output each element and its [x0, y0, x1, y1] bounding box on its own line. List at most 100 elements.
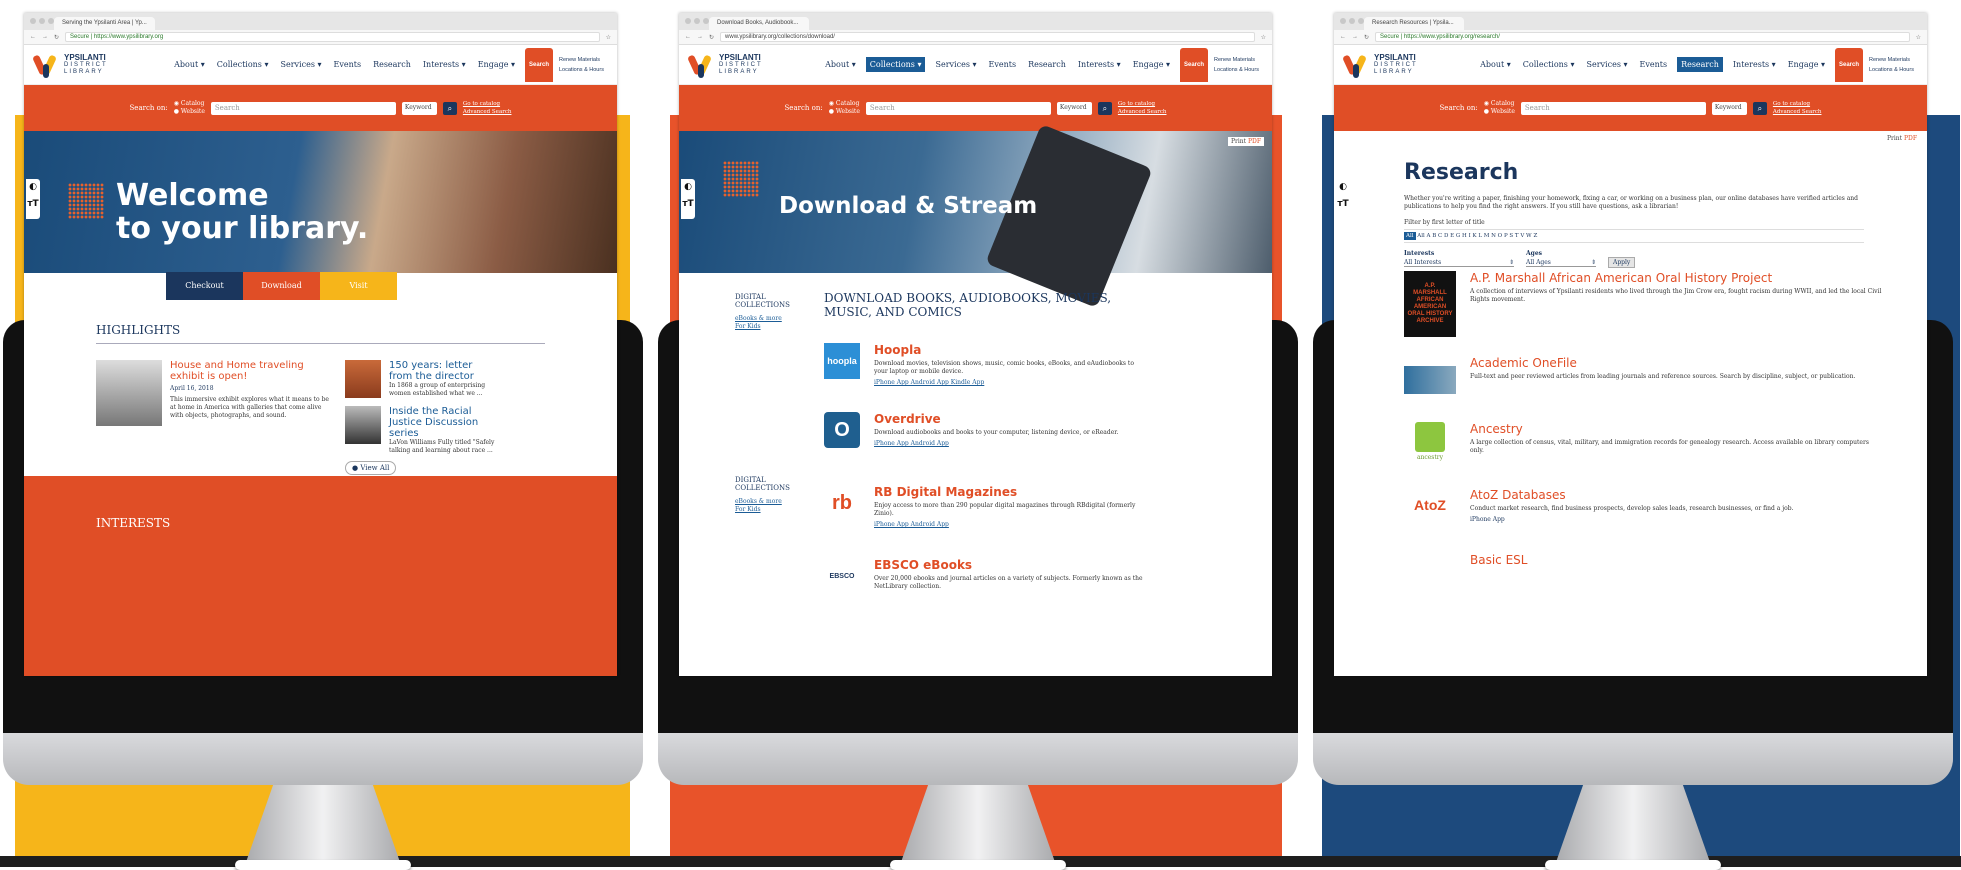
- reload-icon[interactable]: ↻: [709, 34, 714, 41]
- sidebar-link-ebooks[interactable]: eBooks & more: [735, 498, 805, 506]
- keyword-select[interactable]: Keyword: [401, 101, 437, 115]
- iphone-app-link[interactable]: iPhone App: [1470, 516, 1793, 524]
- back-icon[interactable]: ←: [30, 34, 36, 40]
- nav-interests[interactable]: Interests ▾: [1076, 57, 1123, 72]
- renew-link[interactable]: Renew Materials: [559, 55, 607, 65]
- nav-research[interactable]: Research: [1026, 57, 1068, 72]
- library-logo[interactable]: YPSILANTI DISTRICT LIBRARY: [1342, 52, 1418, 78]
- atoz-logo[interactable]: AtoZ: [1404, 488, 1456, 522]
- advanced-search-link[interactable]: Advanced Search: [463, 108, 512, 116]
- contrast-icon[interactable]: ◐: [26, 179, 40, 196]
- app-links[interactable]: iPhone App Android App: [874, 440, 1144, 447]
- nav-collections[interactable]: Collections ▾: [1521, 57, 1577, 72]
- nav-events[interactable]: Events: [1637, 57, 1669, 72]
- nav-services[interactable]: Services ▾: [933, 57, 978, 72]
- app-links[interactable]: iPhone App Android App: [874, 521, 1144, 528]
- go-catalog-link[interactable]: Go to catalog: [463, 100, 512, 108]
- ap-marshall-logo[interactable]: A.P. MARSHALL AFRICAN AMERICAN ORAL HIST…: [1404, 271, 1456, 337]
- go-catalog-link[interactable]: Go to catalog: [1773, 100, 1822, 108]
- apply-button[interactable]: Apply: [1608, 257, 1636, 268]
- database-title[interactable]: AtoZ Databases: [1470, 488, 1793, 502]
- download-button[interactable]: Download: [243, 272, 320, 300]
- browser-tab[interactable]: Research Resources | Ypsila...: [1364, 17, 1464, 30]
- locations-link[interactable]: Locations & Hours: [1214, 65, 1262, 75]
- star-icon[interactable]: ☆: [1916, 34, 1921, 41]
- nav-events[interactable]: Events: [986, 57, 1018, 72]
- go-catalog-link[interactable]: Go to catalog: [1118, 100, 1167, 108]
- text-size-icon[interactable]: тT: [26, 196, 40, 213]
- academic-onefile-logo[interactable]: [1404, 366, 1456, 394]
- ancestry-logo[interactable]: ancestry: [1404, 422, 1456, 461]
- database-title[interactable]: Academic OneFile: [1470, 356, 1855, 370]
- advanced-search-link[interactable]: Advanced Search: [1118, 108, 1167, 116]
- radio-website[interactable]: ● Website: [1484, 108, 1515, 116]
- nav-engage[interactable]: Engage ▾: [1131, 57, 1172, 72]
- letter-all[interactable]: All: [1404, 232, 1416, 240]
- address-field[interactable]: www.ypsilibrary.org/collections/download…: [720, 32, 1255, 42]
- resource-title[interactable]: RB Digital Magazines: [874, 485, 1144, 499]
- browser-tab[interactable]: Download Books, Audiobook...: [709, 17, 809, 30]
- keyword-select[interactable]: Keyword: [1711, 101, 1747, 115]
- search-input[interactable]: Search: [210, 101, 396, 115]
- address-field[interactable]: Secure | https://www.ypsilibrary.org/res…: [1375, 32, 1910, 42]
- sidebar-link-ebooks[interactable]: eBooks & more: [735, 315, 805, 323]
- reload-icon[interactable]: ↻: [54, 34, 59, 41]
- database-title[interactable]: Ancestry: [1470, 422, 1884, 436]
- window-controls[interactable]: [30, 18, 54, 24]
- keyword-select[interactable]: Keyword: [1056, 101, 1092, 115]
- library-logo[interactable]: YPSILANTI DISTRICT LIBRARY: [32, 52, 108, 78]
- library-logo[interactable]: YPSILANTI DISTRICT LIBRARY: [687, 52, 763, 78]
- resource-title[interactable]: Hoopla: [874, 343, 1144, 357]
- highlight-card[interactable]: 150 years: letter from the director In 18…: [345, 360, 495, 398]
- nav-services[interactable]: Services ▾: [1584, 57, 1629, 72]
- hoopla-logo[interactable]: hoopla: [824, 343, 860, 379]
- window-controls[interactable]: [1340, 18, 1364, 24]
- search-input[interactable]: Search: [865, 101, 1051, 115]
- ebsco-logo[interactable]: EBSCO: [824, 558, 860, 594]
- forward-icon[interactable]: →: [42, 34, 48, 40]
- print-link[interactable]: Print: [1887, 135, 1902, 142]
- pdf-link[interactable]: PDF: [1248, 138, 1261, 145]
- search-go-icon[interactable]: ⌕: [1097, 101, 1112, 115]
- app-links[interactable]: iPhone App Android App Kindle App: [874, 379, 1144, 386]
- text-size-icon[interactable]: тT: [1336, 196, 1350, 213]
- nav-research[interactable]: Research: [371, 57, 413, 72]
- nav-engage[interactable]: Engage ▾: [1786, 57, 1827, 72]
- nav-services[interactable]: Services ▾: [278, 57, 323, 72]
- locations-link[interactable]: Locations & Hours: [559, 65, 607, 75]
- nav-collections[interactable]: Collections ▾: [865, 57, 926, 72]
- window-controls[interactable]: [685, 18, 709, 24]
- forward-icon[interactable]: →: [697, 34, 703, 40]
- highlight-card[interactable]: House and Home traveling exhibit is open…: [96, 360, 331, 475]
- highlight-card[interactable]: Inside the Racial Justice Discussion ser…: [345, 406, 495, 455]
- nav-interests[interactable]: Interests ▾: [1731, 57, 1778, 72]
- card-title[interactable]: 150 years: letter from the director: [389, 360, 495, 382]
- database-title[interactable]: A.P. Marshall African American Oral Hist…: [1470, 271, 1884, 285]
- basic-esl-logo[interactable]: [1404, 553, 1456, 573]
- database-title[interactable]: Basic ESL: [1470, 553, 1527, 567]
- contrast-icon[interactable]: ◐: [681, 179, 695, 196]
- renew-link[interactable]: Renew Materials: [1869, 55, 1917, 65]
- nav-research[interactable]: Research: [1677, 57, 1723, 72]
- overdrive-logo[interactable]: O: [824, 412, 860, 448]
- search-go-icon[interactable]: ⌕: [442, 101, 457, 115]
- star-icon[interactable]: ☆: [1261, 34, 1266, 41]
- header-search-button[interactable]: Search: [525, 47, 553, 82]
- sidebar-link-kids[interactable]: For Kids: [735, 323, 805, 331]
- search-input[interactable]: Search: [1520, 101, 1706, 115]
- sidebar-link-kids[interactable]: For Kids: [735, 506, 805, 514]
- radio-catalog[interactable]: ◉ Catalog: [1484, 100, 1515, 108]
- visit-button[interactable]: Visit: [320, 272, 397, 300]
- contrast-icon[interactable]: ◐: [1336, 179, 1350, 196]
- search-go-icon[interactable]: ⌕: [1752, 101, 1767, 115]
- card-title[interactable]: Inside the Racial Justice Discussion ser…: [389, 406, 495, 439]
- ages-select[interactable]: All Ages ⇕: [1526, 259, 1596, 267]
- checkout-button[interactable]: Checkout: [166, 272, 243, 300]
- forward-icon[interactable]: →: [1352, 34, 1358, 40]
- header-search-button[interactable]: Search: [1180, 47, 1208, 82]
- view-all-button[interactable]: ● View All: [345, 461, 397, 475]
- resource-title[interactable]: Overdrive: [874, 412, 1144, 426]
- letter-list[interactable]: All A B C D E G H I K L M N O P S T V W …: [1417, 233, 1537, 239]
- renew-link[interactable]: Renew Materials: [1214, 55, 1262, 65]
- reload-icon[interactable]: ↻: [1364, 34, 1369, 41]
